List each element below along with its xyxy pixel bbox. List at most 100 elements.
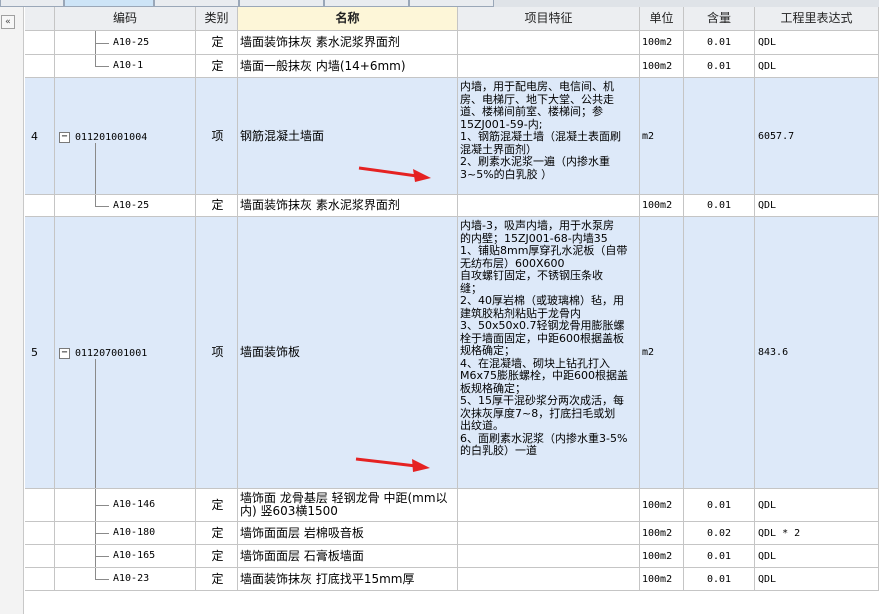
name-cell[interactable]: 墙面装饰抹灰 素水泥浆界面剂	[238, 31, 458, 55]
quantity-cell[interactable]: 0.01	[684, 55, 755, 78]
expression-cell[interactable]: QDL	[755, 31, 879, 55]
name-cell[interactable]: 墙饰面面层 石膏板墙面	[238, 545, 458, 568]
feature-cell[interactable]	[458, 195, 640, 217]
feature-cell[interactable]: 内墙-3，吸声内墙，用于水泵房 的内壁；15ZJ001-68-内墙35 1、铺贴…	[458, 217, 640, 489]
left-pane: «	[0, 7, 24, 614]
type-cell[interactable]: 定	[196, 568, 238, 591]
code-cell[interactable]: A10-146	[55, 489, 196, 522]
seq-cell	[25, 31, 55, 55]
unit-cell[interactable]: m2	[640, 217, 684, 489]
expression-cell[interactable]: QDL	[755, 195, 879, 217]
collapse-node-icon[interactable]: −	[59, 348, 70, 359]
unit-cell[interactable]: 100m2	[640, 568, 684, 591]
table-row[interactable]: 4 − 011201001004 项 钢筋混凝土墙面 内墙，用于配电房、电信间、…	[25, 78, 879, 195]
unit-cell[interactable]: 100m2	[640, 522, 684, 545]
seq-cell	[25, 568, 55, 591]
table-row[interactable]: A10-165 定 墙饰面面层 石膏板墙面 100m2 0.01 QDL	[25, 545, 879, 568]
tab-4[interactable]	[239, 0, 324, 7]
expression-cell[interactable]: 6057.7	[755, 78, 879, 195]
quantity-cell[interactable]: 0.01	[684, 545, 755, 568]
quantity-cell[interactable]: 0.01	[684, 568, 755, 591]
header-quantity[interactable]: 含量	[684, 7, 755, 31]
name-cell[interactable]: 墙面一般抹灰 内墙(14+6mm)	[238, 55, 458, 78]
name-cell[interactable]: 墙面装饰抹灰 打底找平15mm厚	[238, 568, 458, 591]
collapse-icon[interactable]: «	[1, 15, 15, 29]
code-cell[interactable]: A10-1	[55, 55, 196, 78]
unit-cell[interactable]: 100m2	[640, 31, 684, 55]
type-cell[interactable]: 定	[196, 522, 238, 545]
type-cell[interactable]: 项	[196, 78, 238, 195]
name-cell[interactable]: 墙饰面面层 岩棉吸音板	[238, 522, 458, 545]
table-row[interactable]: A10-146 定 墙饰面 龙骨基层 轻钢龙骨 中距(mm以 内) 竖603横1…	[25, 489, 879, 522]
code-cell[interactable]: A10-25	[55, 31, 196, 55]
table-row[interactable]: A10-180 定 墙饰面面层 岩棉吸音板 100m2 0.02 QDL * 2	[25, 522, 879, 545]
tab-1[interactable]	[0, 0, 64, 7]
name-cell[interactable]: 墙面装饰抹灰 素水泥浆界面剂	[238, 195, 458, 217]
code-cell[interactable]: A10-25	[55, 195, 196, 217]
code-cell[interactable]: A10-165	[55, 545, 196, 568]
name-cell[interactable]: 墙面装饰板	[238, 217, 458, 489]
tab-5[interactable]	[324, 0, 409, 7]
code-cell[interactable]: − 011201001004	[55, 78, 196, 195]
tab-2[interactable]	[64, 0, 154, 7]
expression-cell[interactable]: QDL	[755, 55, 879, 78]
quantity-cell[interactable]	[684, 217, 755, 489]
table-row[interactable]: A10-1 定 墙面一般抹灰 内墙(14+6mm) 100m2 0.01 QDL	[25, 55, 879, 78]
header-expression[interactable]: 工程里表达式	[755, 7, 879, 31]
table-row[interactable]: A10-23 定 墙面装饰抹灰 打底找平15mm厚 100m2 0.01 QDL	[25, 568, 879, 591]
header-code[interactable]: 编码	[55, 7, 196, 31]
unit-cell[interactable]: m2	[640, 78, 684, 195]
code-cell[interactable]: A10-180	[55, 522, 196, 545]
type-cell[interactable]: 定	[196, 31, 238, 55]
header-type[interactable]: 类别	[196, 7, 238, 31]
code-text: A10-146	[113, 499, 156, 510]
table-row[interactable]: 5 − 011207001001 项 墙面装饰板 内墙-3，吸声内墙，用于水泵房…	[25, 217, 879, 489]
quantity-cell[interactable]: 0.01	[684, 195, 755, 217]
name-cell[interactable]: 钢筋混凝土墙面	[238, 78, 458, 195]
unit-cell[interactable]: 100m2	[640, 195, 684, 217]
code-text: 011201001004	[75, 132, 148, 143]
unit-cell[interactable]: 100m2	[640, 545, 684, 568]
expression-cell[interactable]: QDL * 2	[755, 522, 879, 545]
type-cell[interactable]: 定	[196, 489, 238, 522]
expression-cell[interactable]: QDL	[755, 568, 879, 591]
seq-cell: 5	[25, 217, 55, 489]
feature-cell[interactable]	[458, 489, 640, 522]
type-cell[interactable]: 定	[196, 545, 238, 568]
feature-cell[interactable]	[458, 31, 640, 55]
code-cell[interactable]: − 011207001001	[55, 217, 196, 489]
collapse-node-icon[interactable]: −	[59, 132, 70, 143]
table-row[interactable]: A10-25 定 墙面装饰抹灰 素水泥浆界面剂 100m2 0.01 QDL	[25, 31, 879, 55]
expression-cell[interactable]: QDL	[755, 489, 879, 522]
expression-cell[interactable]: 843.6	[755, 217, 879, 489]
unit-cell[interactable]: 100m2	[640, 55, 684, 78]
header-name[interactable]: 名称	[238, 7, 458, 31]
type-cell[interactable]: 项	[196, 217, 238, 489]
header-feature[interactable]: 项目特征	[458, 7, 640, 31]
tab-3[interactable]	[154, 0, 239, 7]
table-row[interactable]: A10-25 定 墙面装饰抹灰 素水泥浆界面剂 100m2 0.01 QDL	[25, 195, 879, 217]
name-cell[interactable]: 墙饰面 龙骨基层 轻钢龙骨 中距(mm以 内) 竖603横1500	[238, 489, 458, 522]
tab-6[interactable]	[409, 0, 494, 7]
expression-cell[interactable]: QDL	[755, 545, 879, 568]
type-cell[interactable]: 定	[196, 195, 238, 217]
quantity-cell[interactable]	[684, 78, 755, 195]
seq-cell	[25, 489, 55, 522]
feature-cell[interactable]	[458, 545, 640, 568]
code-text: A10-25	[113, 37, 150, 48]
code-text: A10-165	[113, 550, 156, 561]
seq-cell	[25, 55, 55, 78]
feature-cell[interactable]: 内墙，用于配电房、电信间、机 房、电梯厅、地下大堂、公共走 道、楼梯间前室、楼梯…	[458, 78, 640, 195]
seq-cell: 4	[25, 78, 55, 195]
header-unit[interactable]: 单位	[640, 7, 684, 31]
quantity-cell[interactable]: 0.01	[684, 489, 755, 522]
quantity-cell[interactable]: 0.02	[684, 522, 755, 545]
type-cell[interactable]: 定	[196, 55, 238, 78]
feature-cell[interactable]	[458, 522, 640, 545]
feature-cell[interactable]	[458, 55, 640, 78]
unit-cell[interactable]: 100m2	[640, 489, 684, 522]
code-cell[interactable]: A10-23	[55, 568, 196, 591]
feature-cell[interactable]	[458, 568, 640, 591]
header-seq[interactable]	[25, 7, 55, 31]
quantity-cell[interactable]: 0.01	[684, 31, 755, 55]
